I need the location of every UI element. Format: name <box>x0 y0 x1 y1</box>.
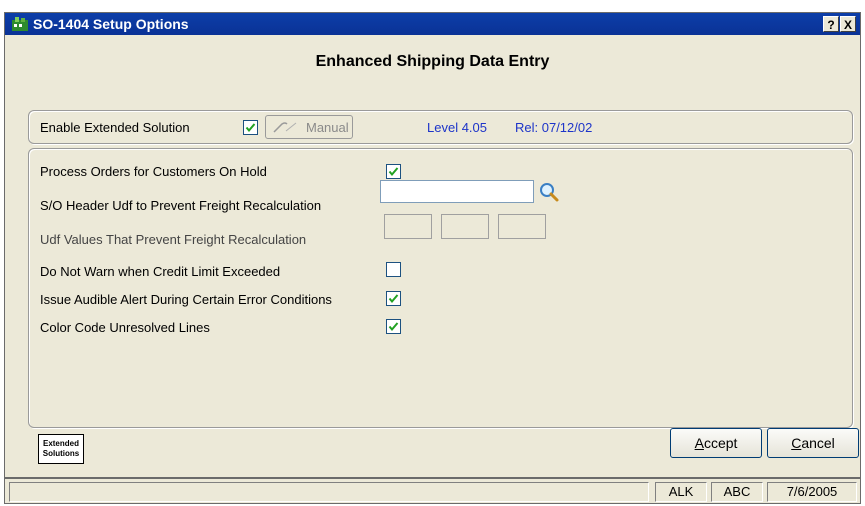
release-text: Rel: 07/12/02 <box>515 120 593 135</box>
status-message <box>9 482 649 502</box>
audible-alert-label: Issue Audible Alert During Certain Error… <box>40 292 332 307</box>
logo-line-2: Solutions <box>42 449 80 458</box>
manual-icon <box>273 122 297 133</box>
close-button[interactable]: X <box>840 16 856 32</box>
enable-extended-label: Enable Extended Solution <box>40 120 190 135</box>
udf-header-label: S/O Header Udf to Prevent Freight Recalc… <box>40 198 322 213</box>
udf-value-1[interactable] <box>384 214 432 239</box>
no-warn-label: Do Not Warn when Credit Limit Exceeded <box>40 264 281 279</box>
page-heading: Enhanced Shipping Data Entry <box>315 53 550 70</box>
status-bar: ALK ABC 7/6/2005 <box>4 478 861 504</box>
help-button[interactable]: ? <box>823 16 839 32</box>
window-title: SO-1404 Setup Options <box>33 16 189 32</box>
manual-button[interactable]: Manual <box>265 115 353 139</box>
manual-label: Manual <box>306 120 349 135</box>
accept-button[interactable]: Accept <box>670 428 762 458</box>
status-company: ALK <box>655 482 707 502</box>
status-date: 7/6/2005 <box>767 482 857 502</box>
udf-header-input[interactable] <box>380 180 534 203</box>
cancel-button[interactable]: Cancel <box>767 428 859 458</box>
color-code-checkbox[interactable] <box>386 319 401 334</box>
color-code-label: Color Code Unresolved Lines <box>40 320 210 335</box>
udf-value-3[interactable] <box>498 214 546 239</box>
process-orders-label: Process Orders for Customers On Hold <box>40 164 267 179</box>
check-icon <box>388 167 399 177</box>
process-orders-checkbox[interactable] <box>386 164 401 179</box>
udf-value-2[interactable] <box>441 214 489 239</box>
extended-solutions-logo: Extended Solutions <box>38 434 84 464</box>
audible-alert-checkbox[interactable] <box>386 291 401 306</box>
title-bar[interactable]: SO-1404 Setup Options ? X <box>5 13 860 35</box>
check-icon <box>245 123 256 133</box>
search-icon[interactable] <box>538 181 560 203</box>
no-warn-checkbox[interactable] <box>386 262 401 277</box>
udf-values-label: Udf Values That Prevent Freight Recalcul… <box>40 232 307 247</box>
level-text: Level 4.05 <box>427 120 487 135</box>
app-icon <box>12 17 28 31</box>
enable-extended-checkbox[interactable] <box>243 120 258 135</box>
status-user: ABC <box>711 482 763 502</box>
check-icon <box>388 294 399 304</box>
check-icon <box>388 322 399 332</box>
logo-line-1: Extended <box>42 439 79 448</box>
